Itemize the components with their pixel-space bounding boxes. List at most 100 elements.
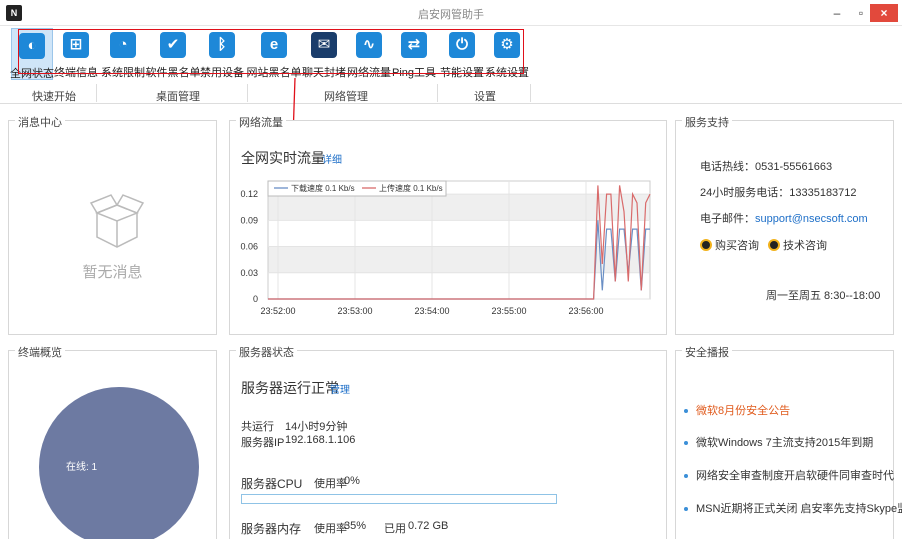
service-support-title: 服务支持	[682, 114, 732, 130]
tool-website-blacklist[interactable]: e 网站黑名单	[247, 28, 302, 80]
network-traffic-panel: 网络流量 全网实时流量 详细 0.12 0.09 0.06 0.03 0 23:52:00…	[229, 114, 667, 335]
memory-label: 服务器内存	[241, 522, 302, 536]
y-tick-label: 0.12	[240, 189, 258, 199]
memory-used-label: 已用	[384, 523, 406, 535]
cpu-label: 服务器CPU	[241, 477, 303, 491]
chart-band	[268, 194, 650, 221]
tool-terminal-info[interactable]: ⊞ 终端信息	[54, 28, 98, 80]
bluetooth-icon: ᛒ	[209, 32, 235, 58]
email-link[interactable]: support@nsecsoft.com	[755, 213, 868, 225]
y-tick-label: 0.09	[240, 215, 258, 225]
message-center-title: 消息中心	[15, 114, 65, 130]
gear-icon: ⚙	[494, 32, 520, 58]
globe-icon: ◐	[19, 33, 45, 59]
network-traffic-title: 网络流量	[236, 114, 286, 130]
tool-label: 系统设置	[485, 67, 529, 79]
close-button[interactable]: ×	[870, 4, 898, 22]
terminal-overview-panel: 终端概览 在线: 1	[8, 344, 217, 539]
x-tick-label: 23:54:00	[414, 306, 449, 316]
news-item-text: 网络安全审查制度开启软硬件同审查时代	[696, 470, 894, 482]
bullet-icon	[684, 409, 688, 414]
news-item[interactable]: 微软Windows 7主流支持2015年到期	[684, 434, 873, 450]
x-tick-label: 23:52:00	[260, 306, 295, 316]
title-bar: N 启安网管助手 – ▫ ×	[0, 0, 902, 26]
cpu-progress-bar	[241, 494, 557, 504]
minimize-button[interactable]: –	[826, 4, 848, 22]
chat-block-icon: ✉	[311, 32, 337, 58]
server-status-panel: 服务器状态 服务器运行正常 管理 共运行 14小时9分钟 服务器IP 192.1…	[229, 344, 667, 539]
bullet-icon	[684, 507, 688, 512]
online-slice	[39, 387, 199, 539]
group-label-network: 网络管理	[324, 91, 368, 103]
uptime-value: 14小时9分钟	[285, 421, 348, 433]
pulse-icon: ∿	[356, 32, 382, 58]
bullet-icon	[684, 441, 688, 446]
server-status-title: 服务器状态	[236, 344, 297, 360]
server-manage-link[interactable]: 管理	[330, 381, 350, 396]
x-tick-label: 23:55:00	[491, 306, 526, 316]
terminal-overview-title: 终端概览	[15, 344, 65, 360]
uptime-label: 共运行	[241, 421, 274, 433]
group-label-quick-start: 快速开始	[32, 91, 76, 103]
realtime-traffic-heading: 全网实时流量	[241, 150, 325, 166]
server-ip-label: 服务器IP	[241, 437, 285, 449]
group-divider	[96, 84, 97, 102]
group-divider	[530, 84, 531, 102]
memory-usage-label: 使用率	[314, 523, 347, 535]
cpu-usage-label: 使用率	[314, 478, 347, 490]
security-news-panel: 安全播报 微软8月份安全公告 微软Windows 7主流支持2015年到期 网络…	[675, 344, 902, 539]
maximize-button[interactable]: ▫	[850, 4, 872, 22]
window-title: 启安网管助手	[418, 9, 484, 21]
tool-ping[interactable]: ⇄ Ping工具	[392, 28, 436, 80]
traffic-line-chart: 0.12 0.09 0.06 0.03 023:52:00 23:53:00 23:54:0…	[240, 180, 651, 316]
service-support-panel: 服务支持 电话热线：0531-55561663 24小时服务电话：1333518…	[675, 114, 894, 335]
message-center-panel: 消息中心 暂无消息	[8, 114, 217, 335]
news-item[interactable]: MSN近期将正式关闭 启安率先支持Skype监控	[684, 500, 902, 516]
y-tick-label: 0.03	[240, 268, 258, 278]
group-label-settings: 设置	[474, 91, 496, 103]
legend-label: 下载速度 0.1 Kb/s	[291, 183, 355, 193]
group-divider	[247, 84, 248, 102]
empty-message-text: 暂无消息	[82, 264, 143, 281]
check-icon: ✔	[160, 32, 186, 58]
qq-icon	[700, 239, 712, 251]
news-item-text: 微软8月份安全公告	[696, 405, 791, 417]
memory-used-value: 0.72 GB	[408, 520, 449, 532]
group-divider	[437, 84, 438, 102]
bullet-icon	[684, 474, 688, 479]
news-item[interactable]: 网络安全审查制度开启软硬件同审查时代	[684, 467, 894, 483]
empty-box-icon	[89, 194, 145, 248]
server-ip-value: 192.168.1.106	[285, 434, 356, 446]
hotline-24h-text: 24小时服务电话：13335183712	[700, 187, 857, 199]
tool-disable-device[interactable]: ᛒ 禁用设备	[200, 28, 244, 80]
online-count-label: 在线: 1	[66, 462, 98, 473]
qq-icon	[768, 239, 780, 251]
transfer-icon: ⇄	[401, 32, 427, 58]
service-hours-text: 周一至周五 8:30--18:00	[766, 290, 881, 302]
y-tick-label: 0	[253, 294, 258, 304]
email-label: 电子邮件：	[700, 213, 755, 225]
tech-consult-label: 技术咨询	[783, 240, 827, 252]
tech-consult-button[interactable]: 技术咨询	[768, 237, 827, 253]
buy-consult-label: 购买咨询	[715, 240, 759, 252]
news-item-text: 微软Windows 7主流支持2015年到期	[696, 437, 874, 449]
tool-system-limit[interactable]: ◔ 系统限制	[101, 28, 145, 80]
tool-software-blacklist[interactable]: ✔ 软件黑名单	[146, 28, 201, 80]
cpu-usage-value: 0%	[344, 475, 360, 487]
news-item[interactable]: 微软8月份安全公告	[684, 402, 790, 418]
memory-usage-value: 35%	[344, 520, 367, 532]
server-running-heading: 服务器运行正常	[241, 380, 339, 396]
email-row: 电子邮件：support@nsecsoft.com	[700, 210, 868, 226]
security-news-title: 安全播报	[682, 344, 732, 360]
group-label-desktop: 桌面管理	[156, 91, 200, 103]
hotline-text: 电话热线：0531-55561663	[700, 161, 833, 173]
tool-system-settings[interactable]: ⚙ 系统设置	[485, 28, 529, 80]
ie-icon: e	[261, 32, 287, 58]
shield-icon: ◔	[110, 32, 136, 58]
y-tick-label: 0.06	[240, 242, 258, 252]
buy-consult-button[interactable]: 购买咨询	[700, 237, 759, 253]
x-tick-label: 23:53:00	[337, 306, 372, 316]
traffic-detail-link[interactable]: 详细	[322, 151, 342, 166]
terminal-pie-chart	[39, 387, 199, 539]
legend-label: 上传速度 0.1 Kb/s	[379, 183, 443, 193]
